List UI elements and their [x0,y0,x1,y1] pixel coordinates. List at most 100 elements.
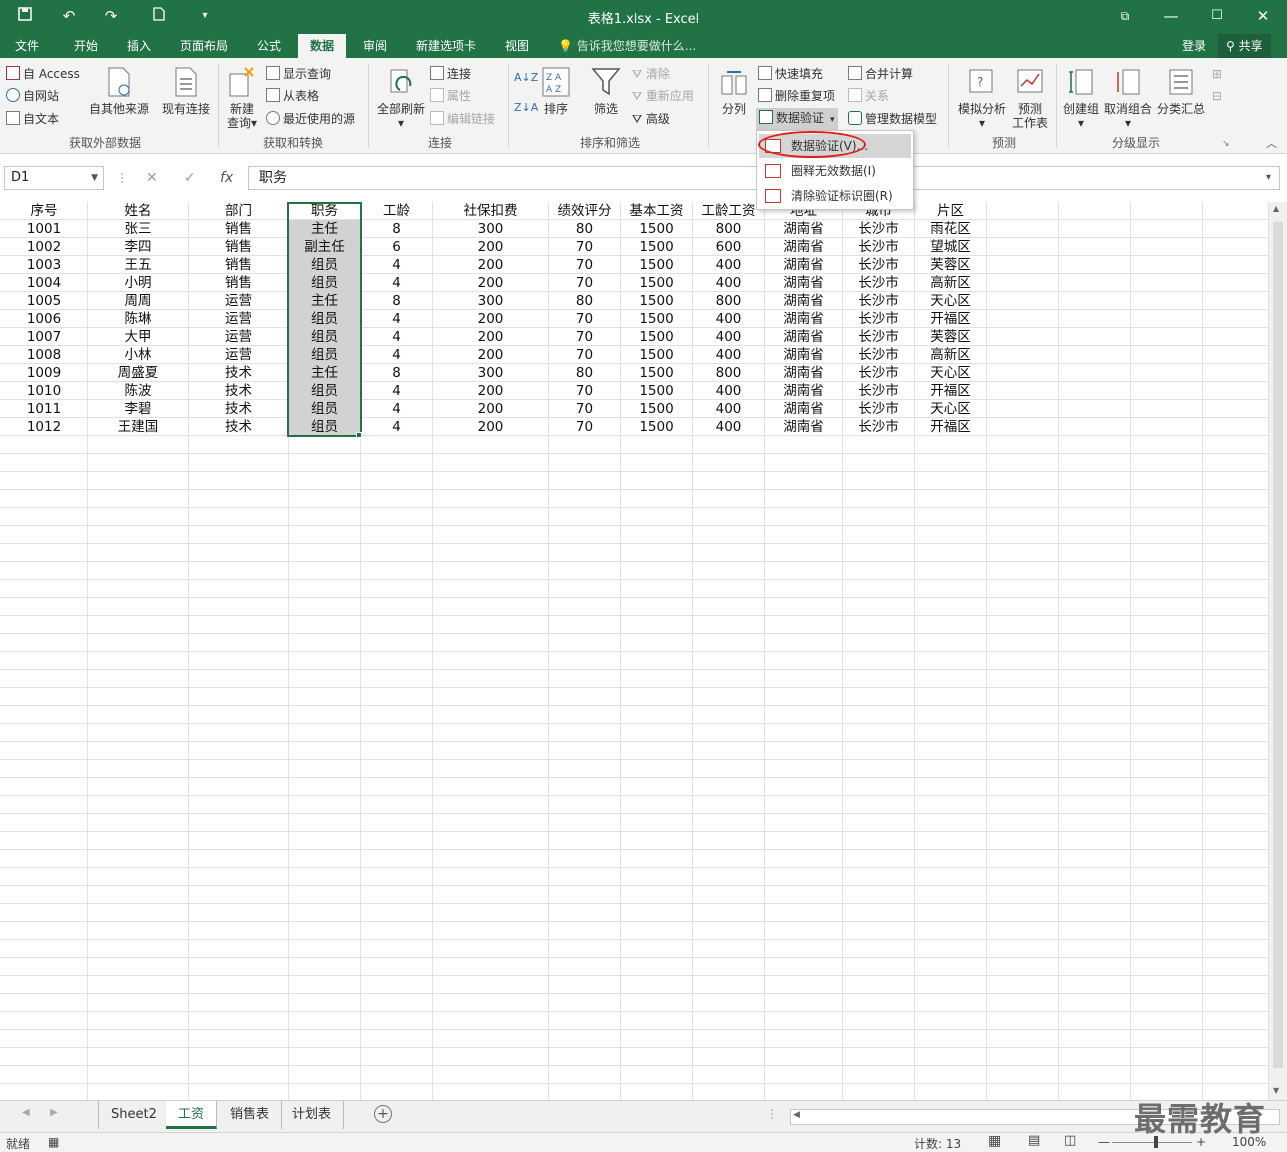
from-web-button[interactable]: 自网站 [6,86,59,106]
ungroup-button[interactable]: 取消组合 ▾ [1102,66,1154,130]
table-cell[interactable]: 长沙市 [843,364,914,382]
tab-new-tab[interactable]: 新建选项卡 [408,34,484,58]
cancel-icon[interactable]: ✕ [146,166,158,190]
table-cell[interactable]: 湖南省 [765,328,842,346]
column-header-cell[interactable]: 社保扣费 [433,202,548,220]
table-cell[interactable]: 1003 [1,256,87,274]
table-cell[interactable]: 200 [433,382,548,400]
scroll-up-icon[interactable]: ▲ [1273,204,1279,213]
column-header-cell[interactable]: 工龄 [361,202,432,220]
table-cell[interactable]: 运营 [189,310,288,328]
table-cell[interactable]: 1500 [621,274,692,292]
table-cell[interactable]: 开福区 [915,382,986,400]
table-cell[interactable]: 4 [361,274,432,292]
table-cell[interactable]: 1005 [1,292,87,310]
table-cell[interactable]: 70 [549,274,620,292]
table-cell[interactable]: 销售 [189,274,288,292]
table-cell[interactable]: 70 [549,382,620,400]
table-cell[interactable]: 长沙市 [843,256,914,274]
table-cell[interactable]: 800 [693,364,764,382]
new-file-icon[interactable] [148,6,170,26]
from-text-button[interactable]: 自文本 [6,109,59,129]
table-cell[interactable]: 长沙市 [843,274,914,292]
table-cell[interactable]: 湖南省 [765,220,842,238]
table-cell[interactable]: 运营 [189,292,288,310]
show-detail-icon[interactable]: ⊞ [1212,64,1222,84]
table-cell[interactable]: 200 [433,418,548,436]
table-cell[interactable]: 王建国 [88,418,188,436]
table-cell[interactable]: 200 [433,238,548,256]
table-cell[interactable]: 运营 [189,328,288,346]
table-cell[interactable]: 70 [549,256,620,274]
table-cell[interactable]: 70 [549,238,620,256]
table-cell[interactable]: 400 [693,256,764,274]
minimize-icon[interactable]: — [1148,4,1194,28]
table-cell[interactable]: 湖南省 [765,256,842,274]
table-cell[interactable]: 天心区 [915,364,986,382]
table-cell[interactable]: 1500 [621,328,692,346]
group-button[interactable]: 创建组 ▾ [1060,66,1102,130]
table-cell[interactable]: 李四 [88,238,188,256]
table-cell[interactable]: 芙蓉区 [915,256,986,274]
table-cell[interactable]: 技术 [189,364,288,382]
tab-insert[interactable]: 插入 [118,34,160,58]
table-cell[interactable]: 小明 [88,274,188,292]
worksheet-grid[interactable]: 序号 姓名 部门 职务 工龄 社保扣费 绩效评分 基本工资 工龄工资 地址 城市 片区 1001 张三 销售… [0,202,1268,1100]
scroll-down-icon[interactable]: ▼ [1273,1086,1279,1095]
tab-data[interactable]: 数据 [298,34,346,58]
scroll-thumb[interactable] [1273,222,1283,1068]
table-cell[interactable]: 高新区 [915,346,986,364]
tab-page-layout[interactable]: 页面布局 [172,34,236,58]
table-cell[interactable]: 湖南省 [765,400,842,418]
fill-handle[interactable] [356,432,362,438]
forecast-sheet-button[interactable]: 预测 工作表 [1008,66,1052,130]
table-cell[interactable]: 望城区 [915,238,986,256]
table-cell[interactable]: 湖南省 [765,418,842,436]
save-icon[interactable] [14,6,36,26]
table-cell[interactable]: 1008 [1,346,87,364]
table-cell[interactable]: 湖南省 [765,238,842,256]
table-cell[interactable]: 销售 [189,256,288,274]
column-header-cell[interactable]: 部门 [189,202,288,220]
table-cell[interactable]: 400 [693,346,764,364]
table-cell[interactable]: 1010 [1,382,87,400]
table-cell[interactable]: 周周 [88,292,188,310]
sheet-tab-sheet2[interactable]: Sheet2 [98,1101,170,1129]
page-break-view-icon[interactable]: ◫ [1064,1133,1076,1148]
flash-fill-button[interactable]: 快速填充 [758,64,823,84]
table-cell[interactable]: 70 [549,346,620,364]
table-cell[interactable]: 8 [361,220,432,238]
table-cell[interactable]: 4 [361,400,432,418]
subtotal-button[interactable]: 分类汇总 [1154,66,1208,116]
page-layout-view-icon[interactable]: ▤ [1028,1133,1040,1148]
tab-home[interactable]: 开始 [64,34,108,58]
table-cell[interactable]: 1500 [621,220,692,238]
table-cell[interactable]: 小林 [88,346,188,364]
dialog-launcher-icon[interactable]: ↘ [1222,134,1230,154]
table-cell[interactable]: 技术 [189,418,288,436]
table-cell[interactable]: 长沙市 [843,220,914,238]
scroll-left-icon[interactable]: ◀ [793,1110,800,1120]
maximize-icon[interactable]: ☐ [1194,4,1240,28]
table-cell[interactable]: 6 [361,238,432,256]
table-cell[interactable]: 4 [361,382,432,400]
properties-button[interactable]: 属性 [430,86,471,106]
table-cell[interactable]: 4 [361,328,432,346]
table-cell[interactable]: 长沙市 [843,238,914,256]
column-header-cell[interactable]: 基本工资 [621,202,692,220]
table-cell[interactable]: 200 [433,400,548,418]
table-cell[interactable]: 4 [361,346,432,364]
table-cell[interactable]: 陈琳 [88,310,188,328]
what-if-analysis-button[interactable]: ? 模拟分析 ▾ [954,66,1010,130]
table-cell[interactable]: 8 [361,292,432,310]
table-cell[interactable]: 1500 [621,382,692,400]
table-cell[interactable]: 300 [433,220,548,238]
table-cell[interactable]: 400 [693,328,764,346]
table-cell[interactable]: 70 [549,418,620,436]
table-cell[interactable]: 4 [361,310,432,328]
table-cell[interactable]: 400 [693,274,764,292]
sort-ascending-icon[interactable]: A↓Z [514,68,538,88]
sheet-tab-sales[interactable]: 销售表 [218,1101,283,1129]
table-cell[interactable]: 张三 [88,220,188,238]
manage-data-model-button[interactable]: 管理数据模型 [848,109,937,129]
